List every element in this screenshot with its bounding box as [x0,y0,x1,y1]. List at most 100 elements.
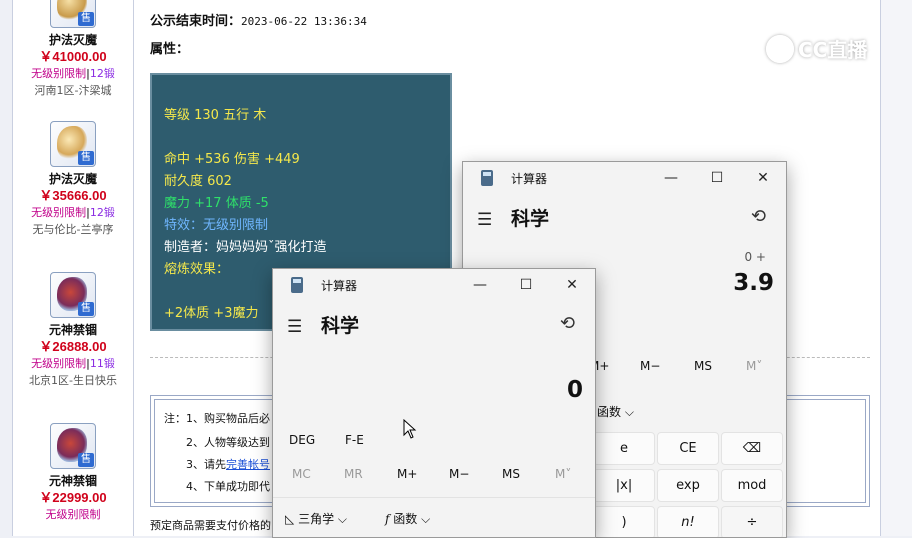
memory-recall-button[interactable]: MR [344,467,363,481]
notice-line: 2、人物等级达到 [186,436,270,449]
key-abs[interactable]: |x| [593,469,655,502]
item-name[interactable]: 元神禁锢 [13,322,133,338]
list-item[interactable]: 售 元神禁锢 ￥22999.00 无级别限制 [13,423,133,523]
fixed-exponent-button[interactable]: F-E [345,433,364,447]
calculator-window-front[interactable]: 计算器 — ☐ ✕ ☰ 科学 ⟲ 0 DEG F-E MC MR M+ M− M… [272,268,596,538]
item-level-limit: 无级别限制 [31,357,87,370]
list-item[interactable]: 售 护法灭魔 ￥35666.00 无级别限制|12锻 无与伦比-兰亭序 [13,121,133,239]
title-bar[interactable]: 计算器 — ☐ ✕ [463,162,786,194]
menu-icon[interactable]: ☰ [477,210,492,230]
attr-line: 魔力 +17 体质 -5 [164,196,269,211]
attr-line: 制造者：妈妈妈妈ˇ强化打造 [164,240,327,255]
right-margin [880,0,912,536]
key-backspace[interactable]: ⌫ [721,432,783,465]
result-display: 0 [566,377,583,403]
sell-badge: 售 [78,12,94,26]
cc-live-watermark: CC直播 [766,34,867,63]
attr-line: 耐久度 602 [164,174,232,189]
chevron-down-icon: ⌵ [421,512,431,526]
result-display: 3.9 [733,270,774,296]
sell-badge: 售 [78,151,94,165]
attributes-label: 属性： [150,42,190,57]
key-close-paren[interactable]: ) [593,506,655,537]
chevron-down-icon: ⌵ [624,405,634,419]
end-time-value: 2023-06-22 13:36:34 [241,15,367,28]
item-forge: 12锻 [89,67,115,80]
item-price: ￥26888.00 [39,339,107,354]
list-item[interactable]: 售 护法灭魔 ￥41000.00 无级别限制|12锻 河南1区-汴梁城 [13,0,133,100]
item-name[interactable]: 护法灭魔 [13,32,133,48]
function-dropdown[interactable]: f 函数 ⌵ [385,510,430,527]
item-thumbnail[interactable]: 售 [50,0,96,28]
history-icon[interactable]: ⟲ [751,206,766,227]
key-divide[interactable]: ÷ [721,506,783,537]
notice-line: 3、请先完善帐号 [186,458,270,471]
triangle-icon: ◺ [285,512,295,526]
function-icon: f [385,512,390,526]
menu-icon[interactable]: ☰ [287,317,302,337]
memory-store-button[interactable]: MS [694,359,712,373]
desktop: 售 护法灭魔 ￥41000.00 无级别限制|12锻 河南1区-汴梁城 售 护法… [0,0,912,538]
chevron-down-icon: ⌵ [337,512,348,526]
minimize-button[interactable]: — [457,269,503,301]
title-bar[interactable]: 计算器 — ☐ ✕ [273,269,595,301]
item-price: ￥22999.00 [39,490,107,505]
angle-unit-button[interactable]: DEG [289,433,315,447]
list-item[interactable]: 售 元神禁锢 ￥26888.00 无级别限制|11锻 北京1区-生日快乐 [13,272,133,390]
minimize-button[interactable]: — [648,162,694,194]
item-forge: 11锻 [89,357,115,370]
item-server: 河南1区-汴梁城 [34,84,112,97]
attr-line: 命中 +536 伤害 +449 [164,152,300,167]
item-thumbnail[interactable]: 售 [50,272,96,318]
trigonometry-dropdown[interactable]: ◺ 三角学 ⌵ [285,510,347,527]
item-name[interactable]: 护法灭魔 [13,171,133,187]
cc-logo-icon [766,34,794,63]
maximize-button[interactable]: ☐ [694,162,740,194]
notice-line: 注：1、购买物品后必 [164,412,270,425]
key-clear-entry[interactable]: CE [657,432,719,465]
key-e[interactable]: e [593,432,655,465]
key-factorial[interactable]: n! [657,506,719,537]
sell-badge: 售 [78,302,94,316]
history-icon[interactable]: ⟲ [560,313,575,334]
item-forge: 12锻 [89,206,115,219]
calculator-app-icon [481,170,493,186]
sell-badge: 售 [78,453,94,467]
mode-title: 科学 [511,208,550,230]
attr-line: +2体质 +3魔力 [164,306,259,321]
memory-add-button[interactable]: M+ [397,467,417,481]
maximize-button[interactable]: ☐ [503,269,549,301]
item-price: ￥41000.00 [39,49,107,64]
key-mod[interactable]: mod [721,469,783,502]
item-level-limit: 无级别限制 [31,67,87,80]
calculator-app-icon [291,277,303,293]
mouse-cursor-icon [403,419,417,439]
end-time: 公示结束时间：2023-06-22 13:36:34 [150,14,367,29]
memory-subtract-button[interactable]: M− [449,467,469,481]
item-thumbnail[interactable]: 售 [50,121,96,167]
memory-clear-button[interactable]: MC [292,467,311,481]
window-title: 计算器 [511,172,548,186]
item-thumbnail[interactable]: 售 [50,423,96,469]
item-price: ￥35666.00 [39,188,107,203]
memory-store-button[interactable]: MS [502,467,520,481]
preorder-note: 预定商品需要支付价格的 [150,519,271,532]
complete-account-link[interactable]: 完善帐号 [226,458,270,471]
function-dropdown[interactable]: 函数 ⌵ [597,403,634,420]
item-list: 售 护法灭魔 ￥41000.00 无级别限制|12锻 河南1区-汴梁城 售 护法… [12,0,134,536]
key-exp[interactable]: exp [657,469,719,502]
memory-subtract-button[interactable]: M− [640,359,660,373]
expression-display: 0 + [744,250,766,264]
memory-list-button[interactable]: M˅ [746,359,762,373]
notice-line: 4、下单成功即代 [186,480,270,493]
window-title: 计算器 [321,279,358,293]
attr-line: 熔炼效果： [164,262,230,277]
mode-title: 科学 [321,315,360,337]
memory-list-button[interactable]: M˅ [555,467,571,481]
close-button[interactable]: ✕ [740,162,786,194]
item-name[interactable]: 元神禁锢 [13,473,133,489]
close-button[interactable]: ✕ [549,269,595,301]
item-server: 无与伦比-兰亭序 [32,223,114,236]
item-level-limit: 无级别限制 [45,508,101,521]
item-server: 北京1区-生日快乐 [29,374,117,387]
